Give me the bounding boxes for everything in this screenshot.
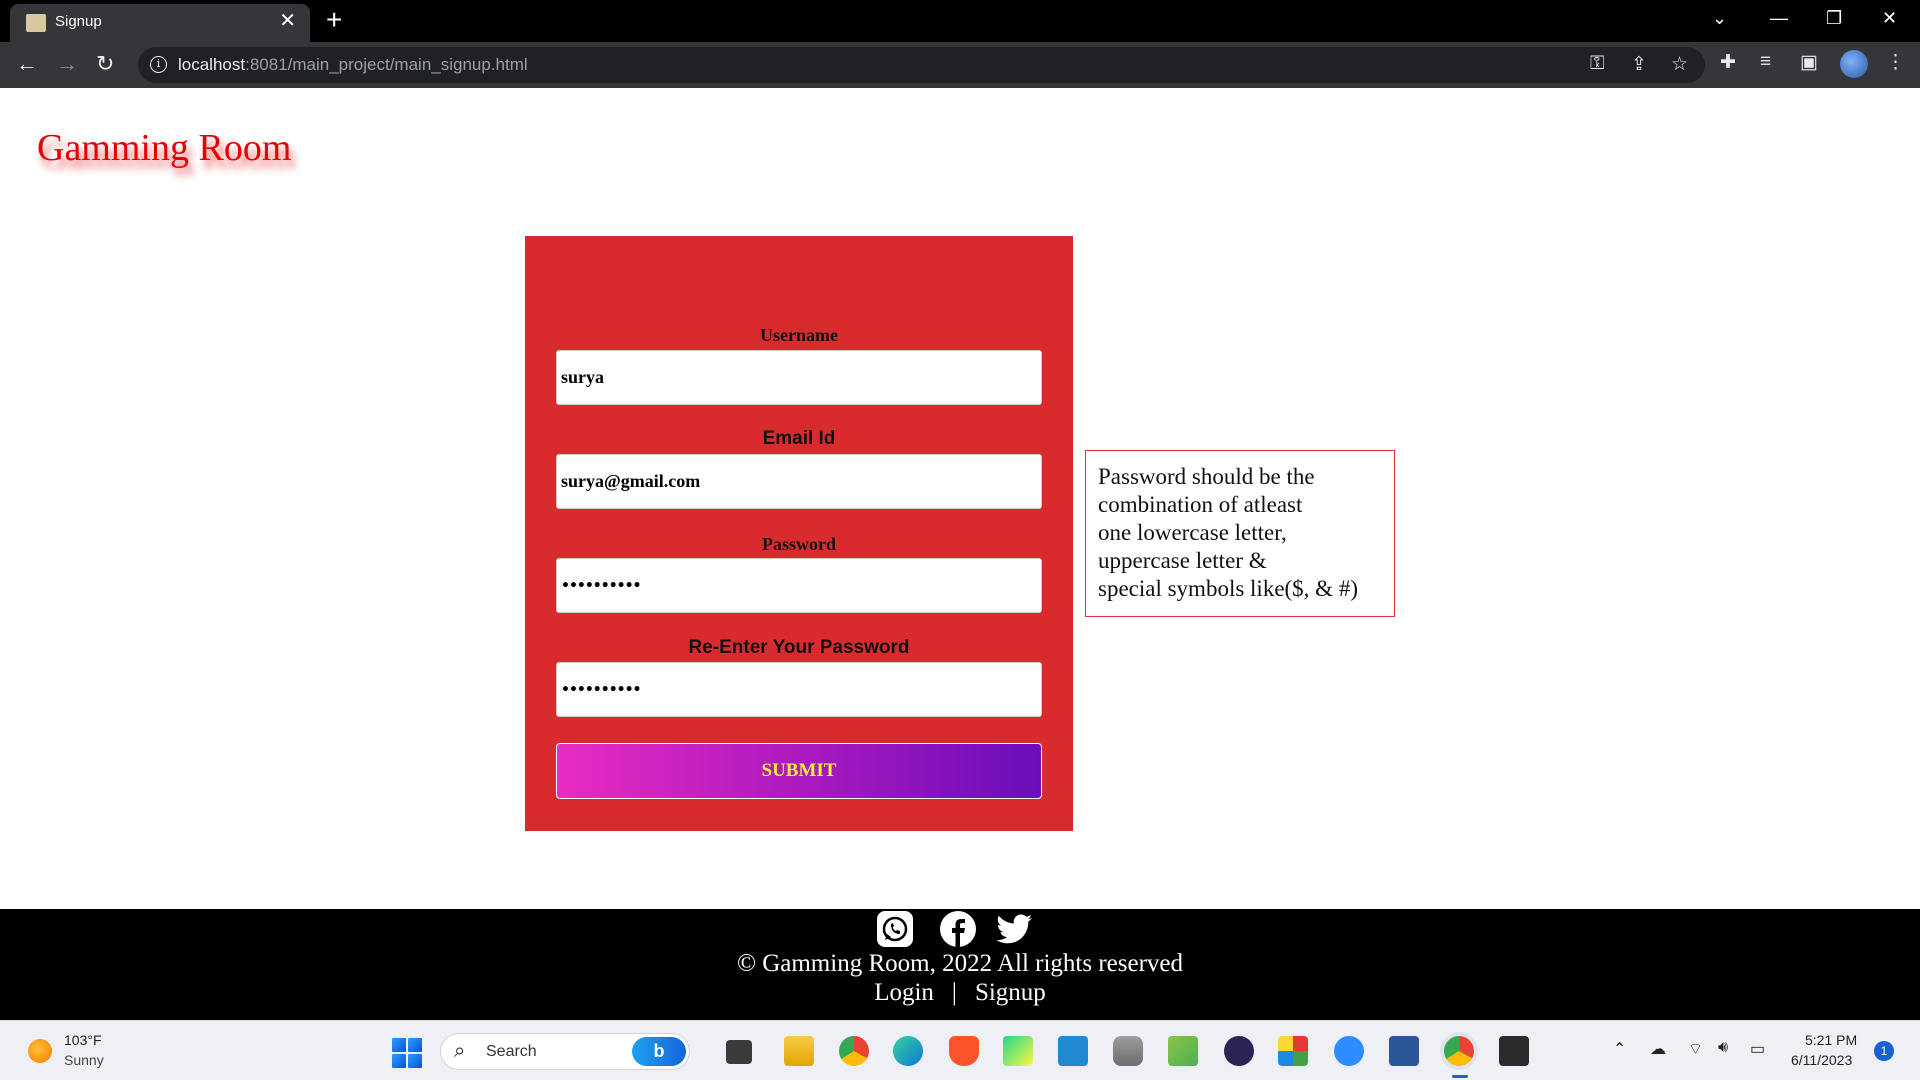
back-button[interactable]: ← bbox=[16, 52, 38, 76]
email-label: Email Id bbox=[762, 428, 836, 449]
browser-toolbar: ← → ↻ i localhost:8081/main_project/main… bbox=[0, 42, 1920, 88]
password-hint-box: Password should be the combination of at… bbox=[1085, 450, 1395, 617]
bookmark-star-icon[interactable]: ☆ bbox=[1671, 53, 1688, 76]
minimize-button[interactable]: — bbox=[1770, 8, 1788, 29]
footer-separator: | bbox=[951, 979, 957, 1006]
url-path: :8081/main_project/main_signup.html bbox=[245, 55, 528, 74]
reenter-password-label: Re-Enter Your Password bbox=[688, 637, 910, 658]
site-brand-title: Gamming Room bbox=[37, 127, 292, 169]
wifi-icon[interactable]: ⌔ bbox=[1688, 1039, 1703, 1059]
hint-line: combination of atleast bbox=[1098, 492, 1303, 517]
copyright-text: © Gamming Room, 2022 All rights reserved bbox=[736, 950, 1184, 977]
vscode-app-icon[interactable] bbox=[1058, 1036, 1088, 1066]
tab-title: Signup bbox=[55, 13, 102, 30]
start-button[interactable] bbox=[392, 1038, 422, 1068]
close-window-button[interactable]: ✕ bbox=[1882, 8, 1897, 29]
paint-app-icon[interactable] bbox=[1168, 1036, 1198, 1066]
password-field[interactable] bbox=[556, 558, 1042, 613]
eclipse-app-icon[interactable] bbox=[1224, 1036, 1254, 1066]
username-field[interactable] bbox=[556, 350, 1042, 405]
tab-search-chevron-icon[interactable]: ⌄ bbox=[1712, 8, 1727, 29]
username-label: Username bbox=[760, 325, 838, 345]
taskbar-search-placeholder: Search bbox=[486, 1043, 537, 1060]
side-panel-icon[interactable]: ▣ bbox=[1800, 51, 1818, 74]
weather-condition[interactable]: Sunny bbox=[64, 1052, 104, 1068]
file-explorer-icon[interactable] bbox=[784, 1036, 814, 1066]
hint-line: one lowercase letter, bbox=[1098, 520, 1287, 545]
chrome-active-app-icon[interactable] bbox=[1444, 1036, 1474, 1066]
tab-close-button[interactable]: ✕ bbox=[279, 11, 296, 31]
pycharm-app-icon[interactable] bbox=[1003, 1036, 1033, 1066]
windows-taskbar: 103°F Sunny ⌕ Search b ⌃ ☁ ⌔ 🔊︎ ▭ 5:21 P… bbox=[0, 1020, 1920, 1080]
hint-line: Password should be the bbox=[1098, 464, 1315, 489]
edge-app-icon[interactable] bbox=[893, 1036, 923, 1066]
site-favicon-icon bbox=[26, 14, 46, 32]
task-view-icon[interactable] bbox=[726, 1040, 752, 1064]
profile-avatar[interactable] bbox=[1840, 50, 1868, 78]
twitter-icon[interactable] bbox=[994, 909, 1034, 949]
bing-icon[interactable]: b bbox=[632, 1037, 686, 1066]
footer-signup-link[interactable]: Signup bbox=[975, 979, 1046, 1006]
clock-date[interactable]: 6/11/2023 bbox=[1791, 1052, 1852, 1068]
chrome-app-icon[interactable] bbox=[839, 1036, 869, 1066]
new-tab-button[interactable]: + bbox=[326, 6, 342, 34]
zoom-app-icon[interactable] bbox=[1334, 1036, 1364, 1066]
password-label: Password bbox=[761, 534, 836, 554]
terminal-app-icon[interactable] bbox=[1499, 1036, 1529, 1066]
email-field[interactable] bbox=[556, 454, 1042, 509]
reenter-password-field[interactable] bbox=[556, 662, 1042, 717]
footer-login-link[interactable]: Login bbox=[874, 979, 934, 1006]
battery-icon[interactable]: ▭ bbox=[1750, 1039, 1765, 1059]
chrome-running-indicator bbox=[1452, 1075, 1468, 1078]
form-title: SIGN IN bbox=[218, 266, 330, 298]
volume-icon[interactable]: 🔊︎ bbox=[1718, 1039, 1728, 1057]
database-app-icon[interactable] bbox=[1113, 1036, 1143, 1066]
password-key-icon[interactable]: ⚿ bbox=[1590, 53, 1604, 75]
address-url[interactable]: localhost:8081/main_project/main_signup.… bbox=[178, 55, 528, 75]
onedrive-icon[interactable]: ☁ bbox=[1650, 1039, 1666, 1059]
tray-overflow-chevron-icon[interactable]: ⌃ bbox=[1613, 1039, 1626, 1059]
word-app-icon[interactable] bbox=[1389, 1036, 1419, 1066]
clock-time[interactable]: 5:21 PM bbox=[1805, 1032, 1857, 1048]
browser-menu-icon[interactable]: ⋮ bbox=[1886, 51, 1905, 74]
hint-line: uppercase letter & bbox=[1098, 548, 1267, 573]
media-queue-icon[interactable]: ≡ bbox=[1760, 51, 1771, 73]
page-footer: © Gamming Room, 2022 All rights reserved… bbox=[0, 909, 1920, 1020]
site-info-icon[interactable]: i bbox=[150, 56, 167, 73]
url-host: localhost bbox=[178, 55, 246, 74]
whatsapp-icon[interactable] bbox=[875, 909, 915, 949]
address-bar[interactable]: i localhost:8081/main_project/main_signu… bbox=[138, 47, 1705, 83]
notification-badge[interactable]: 1 bbox=[1874, 1041, 1894, 1061]
facebook-icon[interactable] bbox=[938, 909, 978, 949]
taskbar-search[interactable]: ⌕ Search b bbox=[440, 1033, 690, 1070]
reload-button[interactable]: ↻ bbox=[96, 52, 114, 76]
browser-tab[interactable]: Signup ✕ bbox=[10, 4, 310, 42]
weather-sun-icon[interactable] bbox=[28, 1039, 52, 1063]
restore-button[interactable]: ❐ bbox=[1826, 8, 1842, 29]
footer-links: Login | Signup bbox=[0, 979, 1920, 1007]
brave-app-icon[interactable] bbox=[949, 1036, 979, 1066]
share-icon[interactable]: ⇪ bbox=[1631, 53, 1647, 76]
search-icon: ⌕ bbox=[454, 1040, 466, 1062]
hint-line: special symbols like($, & #) bbox=[1098, 576, 1358, 601]
weather-temperature[interactable]: 103°F bbox=[64, 1032, 102, 1048]
submit-button[interactable]: SUBMIT bbox=[556, 743, 1042, 799]
office-app-icon[interactable] bbox=[1278, 1036, 1308, 1066]
forward-button[interactable]: → bbox=[56, 52, 78, 76]
extensions-icon[interactable]: ✚ bbox=[1720, 51, 1736, 74]
browser-tabstrip: Signup ✕ + ⌄ — ❐ ✕ bbox=[0, 0, 1920, 42]
